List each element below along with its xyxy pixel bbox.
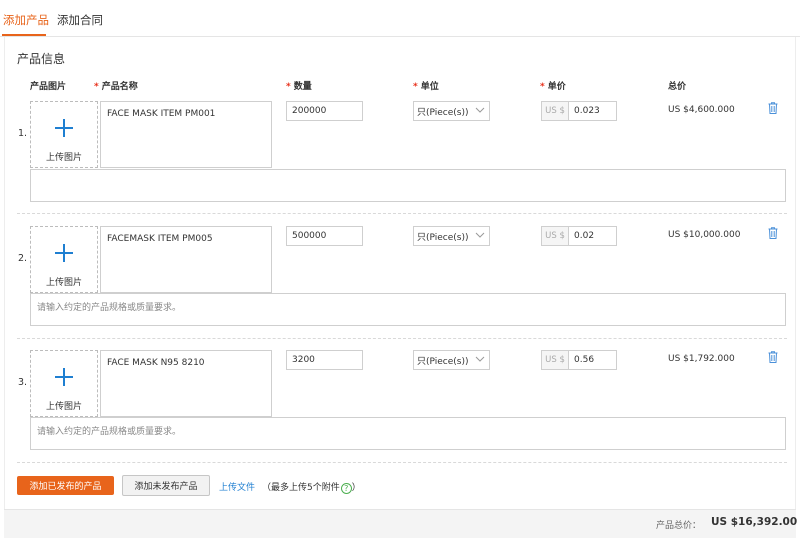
price-value: 0.56: [574, 355, 595, 365]
trash-icon[interactable]: [768, 102, 778, 114]
row-number: 2.: [18, 253, 28, 264]
row-number: 3.: [18, 377, 28, 388]
col-head-image: 产品图片: [30, 82, 67, 92]
col-head-name: * 产品名称: [94, 82, 138, 92]
plus-icon: [55, 368, 73, 386]
product-name-field[interactable]: FACE MASK ITEM PM001: [100, 101, 272, 168]
add-published-product-button[interactable]: 添加已发布的产品: [17, 476, 114, 495]
requirements-field[interactable]: [30, 169, 786, 202]
col-head-quantity: * 数量: [286, 82, 312, 92]
price-field[interactable]: US $ 0.56: [541, 350, 617, 370]
price-field[interactable]: US $ 0.02: [541, 226, 617, 246]
line-total: US $10,000.000: [668, 230, 741, 240]
row-divider: [17, 213, 787, 214]
line-total: US $4,600.000: [668, 105, 735, 115]
currency-prefix: US $: [542, 351, 569, 369]
col-head-total: 总价: [668, 82, 687, 92]
upload-image-label: 上传图片: [45, 153, 82, 163]
row-number: 1.: [18, 128, 28, 139]
unit-select[interactable]: 只(Piece(s)): [413, 226, 490, 246]
product-total-value: US $16,392.00: [711, 516, 798, 528]
upload-file-hint: （最多上传5个附件?）: [262, 483, 361, 494]
tab-bar: 添加产品 添加合同: [0, 0, 800, 37]
section-title: 产品信息: [17, 52, 66, 66]
help-icon[interactable]: ?: [340, 483, 352, 494]
tab-add-product[interactable]: 添加产品: [3, 12, 49, 28]
col-head-price: * 单价: [540, 82, 566, 92]
unit-select-value: 只(Piece(s)): [417, 108, 469, 118]
trash-icon[interactable]: [768, 227, 778, 239]
upload-file-link[interactable]: 上传文件: [219, 480, 255, 493]
row-divider: [17, 462, 787, 463]
price-value: 0.023: [574, 106, 600, 116]
upload-image-label: 上传图片: [45, 402, 82, 412]
active-tab-indicator: [2, 34, 46, 36]
chevron-down-icon: [475, 107, 485, 113]
currency-prefix: US $: [542, 227, 569, 245]
quantity-field[interactable]: 3200: [286, 350, 363, 370]
chevron-down-icon: [475, 232, 485, 238]
quantity-field[interactable]: 500000: [286, 226, 363, 246]
price-field[interactable]: US $ 0.023: [541, 101, 617, 121]
unit-select[interactable]: 只(Piece(s)): [413, 101, 490, 121]
add-unpublished-product-button[interactable]: 添加未发布产品: [122, 475, 210, 496]
product-name-field[interactable]: FACEMASK ITEM PM005: [100, 226, 272, 293]
requirements-field[interactable]: 请输入约定的产品规格或质量要求。: [30, 417, 786, 450]
upload-image-button[interactable]: 上传图片: [30, 350, 98, 417]
upload-image-button[interactable]: 上传图片: [30, 226, 98, 293]
row-divider: [17, 338, 787, 339]
currency-prefix: US $: [542, 102, 569, 120]
quantity-field[interactable]: 200000: [286, 101, 363, 121]
product-total-label: 产品总价：: [656, 521, 702, 531]
chevron-down-icon: [475, 356, 485, 362]
plus-icon: [55, 244, 73, 262]
line-total: US $1,792.000: [668, 354, 735, 364]
trash-icon[interactable]: [768, 351, 778, 363]
upload-image-label: 上传图片: [45, 278, 82, 288]
unit-select-value: 只(Piece(s)): [417, 357, 469, 367]
plus-icon: [55, 119, 73, 137]
price-value: 0.02: [574, 231, 595, 241]
col-head-unit: * 单位: [413, 82, 439, 92]
unit-select[interactable]: 只(Piece(s)): [413, 350, 490, 370]
requirements-field[interactable]: 请输入约定的产品规格或质量要求。: [30, 293, 786, 326]
unit-select-value: 只(Piece(s)): [417, 233, 469, 243]
tab-add-contract[interactable]: 添加合同: [57, 12, 103, 28]
product-name-field[interactable]: FACE MASK N95 8210: [100, 350, 272, 417]
upload-image-button[interactable]: 上传图片: [30, 101, 98, 168]
